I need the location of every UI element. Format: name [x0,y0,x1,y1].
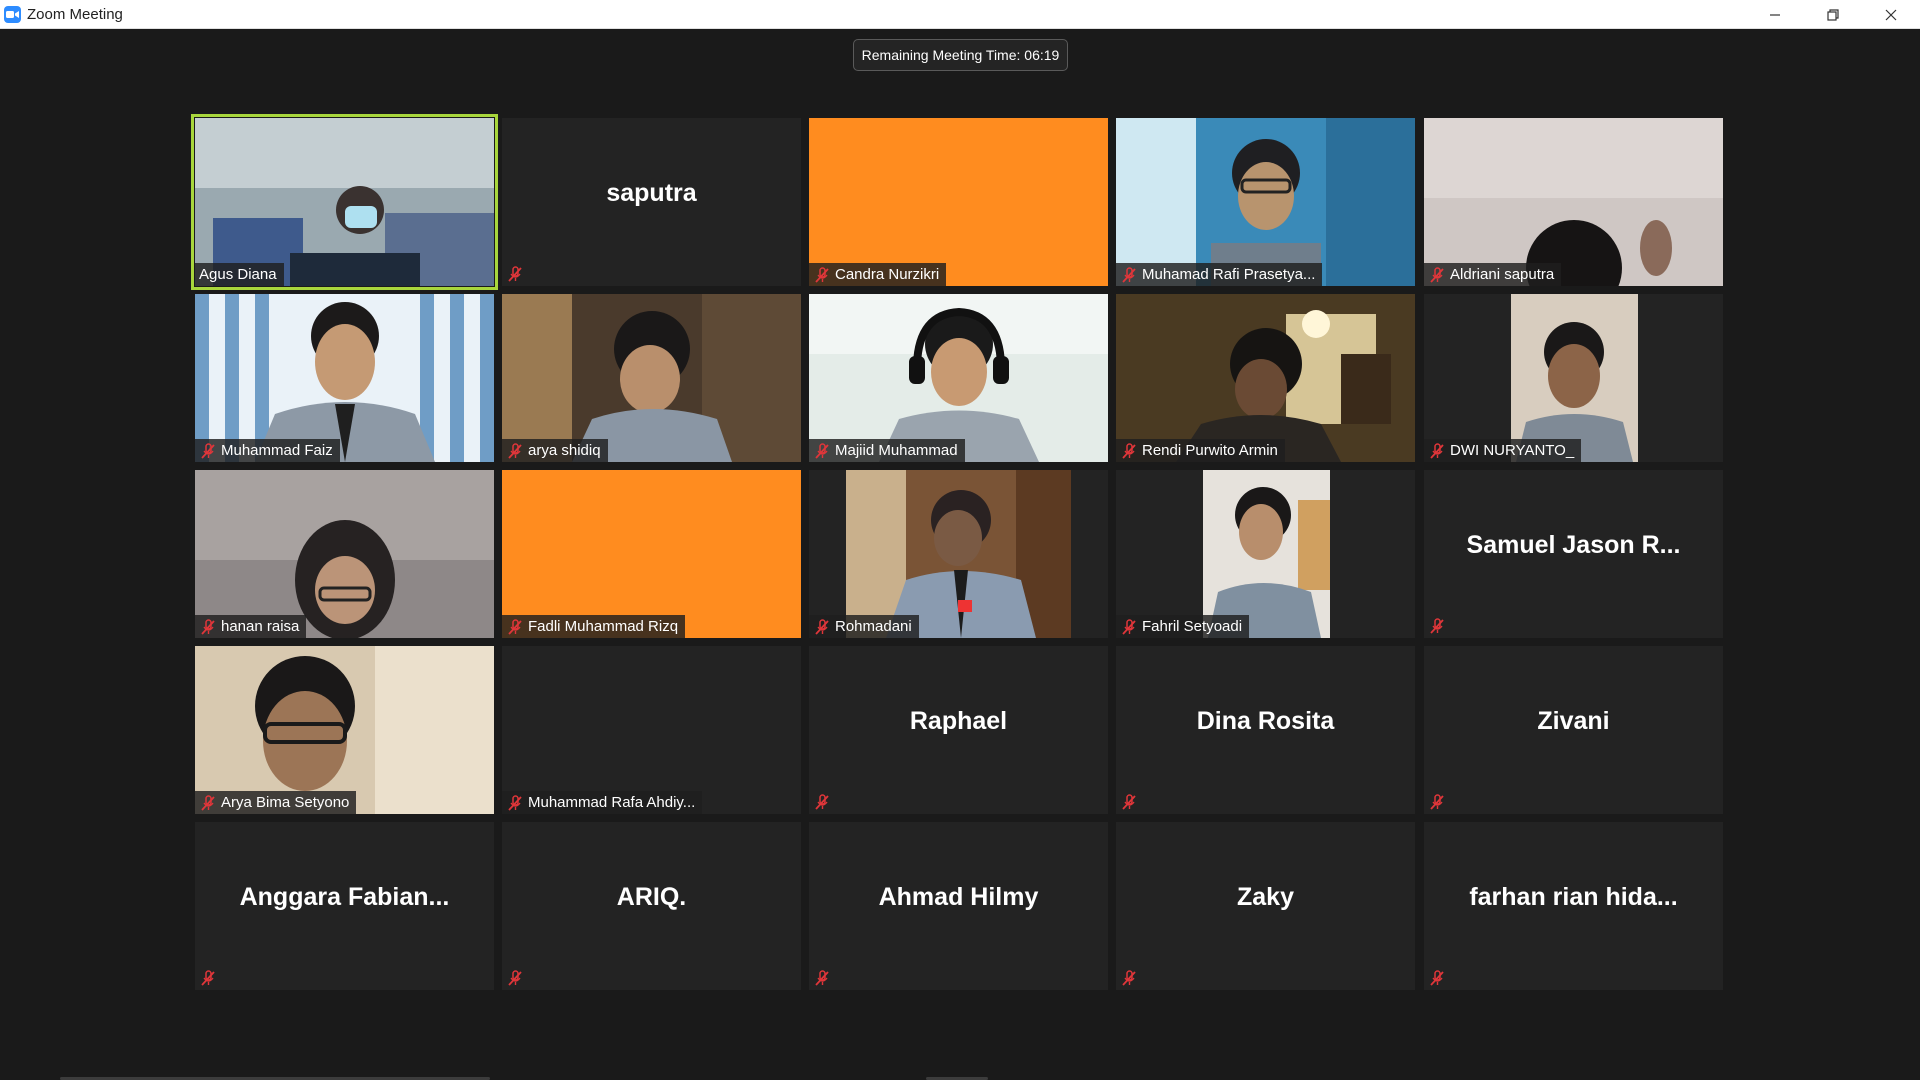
muted-microphone-icon [813,969,831,987]
participant-name-label: arya shidiq [502,439,608,462]
muted-microphone-icon [199,969,217,987]
participant-video [195,118,494,286]
title-bar: Zoom Meeting [0,0,1920,29]
participant-tile[interactable]: ARIQ. [502,822,801,990]
participant-name-label: Rendi Purwito Armin [1116,439,1285,462]
participant-tile[interactable]: Agus Diana [191,114,498,290]
participant-tile[interactable]: Anggara Fabian... [195,822,494,990]
participant-video [846,470,1071,638]
participant-video [1511,294,1638,462]
participant-display-name: Dina Rosita [1196,706,1335,735]
participant-tile[interactable]: Ahmad Hilmy [809,822,1108,990]
gallery-view: Remaining Meeting Time: 06:19 Agus Diana… [0,29,1920,1080]
muted-microphone-icon [1120,969,1138,987]
participant-tile[interactable]: Zivani [1424,646,1723,814]
window-controls [1746,0,1920,29]
restore-button[interactable] [1804,0,1862,29]
participant-display-name: Ahmad Hilmy [878,882,1039,911]
participant-display-name: Raphael [909,706,1008,735]
participant-video [195,294,494,462]
muted-microphone-icon [506,442,524,460]
participant-tile[interactable]: Majiid Muhammad [809,294,1108,462]
remaining-time-badge: Remaining Meeting Time: 06:19 [853,39,1068,71]
muted-microphone-icon [1428,442,1446,460]
muted-microphone-icon [506,265,524,283]
participant-tile[interactable]: Aldriani saputra [1424,118,1723,286]
participant-display-name: farhan rian hida... [1469,882,1678,911]
participant-display-name: Samuel Jason R... [1466,530,1681,559]
participant-video [1116,294,1415,462]
participant-display-name: Anggara Fabian... [239,882,450,911]
muted-microphone-icon [813,442,831,460]
window-title: Zoom Meeting [27,5,123,23]
close-icon [1885,9,1897,20]
muted-microphone-icon [199,618,217,636]
participant-tile[interactable]: Rendi Purwito Armin [1116,294,1415,462]
participant-video [1424,118,1723,286]
close-button[interactable] [1862,0,1920,29]
participant-name-label: Arya Bima Setyono [195,791,357,814]
participant-name-label: DWI NURYANTO_ [1424,439,1582,462]
participant-name-label: Agus Diana [195,263,284,286]
participant-name-label: Rohmadani [809,615,919,638]
minimize-button[interactable] [1746,0,1804,29]
participant-tile[interactable]: Candra Nurzikri [809,118,1108,286]
muted-microphone-icon [1120,266,1138,284]
participant-tile[interactable]: Fahril Setyoadi [1116,470,1415,638]
muted-microphone-icon [1120,793,1138,811]
participant-tile[interactable]: arya shidiq [502,294,801,462]
participant-name-label: Muhammad Faiz [195,439,340,462]
muted-microphone-icon [813,618,831,636]
participant-name-label: Candra Nurzikri [809,263,947,286]
participant-tile[interactable]: Dina Rosita [1116,646,1415,814]
participant-name-label: Muhamad Rafi Prasetya... [1116,263,1323,286]
participant-tile[interactable]: Muhammad Rafa Ahdiy... [502,646,801,814]
muted-microphone-icon [1428,617,1446,635]
muted-microphone-icon [199,794,217,812]
muted-microphone-icon [813,266,831,284]
muted-microphone-icon [506,618,524,636]
muted-microphone-icon [1428,793,1446,811]
participant-tile[interactable]: DWI NURYANTO_ [1424,294,1723,462]
participant-display-name: Zaky [1237,882,1294,911]
zoom-camera-icon [4,5,21,23]
participant-video [1203,470,1330,638]
muted-microphone-icon [199,442,217,460]
participant-video [502,294,801,462]
participant-display-name: Zivani [1537,706,1610,735]
participant-tile[interactable]: Muhammad Faiz [195,294,494,462]
participant-tile[interactable]: farhan rian hida... [1424,822,1723,990]
muted-microphone-icon [506,969,524,987]
participant-name-label: Majiid Muhammad [809,439,965,462]
restore-icon [1827,8,1839,21]
muted-microphone-icon [1428,266,1446,284]
participant-name-label: hanan raisa [195,615,307,638]
participant-tile[interactable]: Raphael [809,646,1108,814]
muted-microphone-icon [506,794,524,812]
participant-name-label: Fahril Setyoadi [1116,615,1250,638]
participant-display-name: ARIQ. [616,882,687,911]
participant-display-name: saputra [606,178,697,207]
participant-tile[interactable]: hanan raisa [195,470,494,638]
participant-video [1116,118,1415,286]
participant-video [195,646,494,814]
participant-tile[interactable]: saputra [502,118,801,286]
participant-name-label: Muhammad Rafa Ahdiy... [502,791,703,814]
participant-name-label: Fadli Muhammad Rizq [502,615,686,638]
participant-tile[interactable]: Samuel Jason R... [1424,470,1723,638]
muted-microphone-icon [1120,442,1138,460]
participant-tile[interactable]: Zaky [1116,822,1415,990]
muted-microphone-icon [813,793,831,811]
participant-tile[interactable]: Rohmadani [809,470,1108,638]
participant-tile[interactable]: Fadli Muhammad Rizq [502,470,801,638]
participant-name-label: Aldriani saputra [1424,263,1562,286]
participant-video [195,470,494,638]
muted-microphone-icon [1120,618,1138,636]
participant-video [809,294,1108,462]
minimize-icon [1770,13,1780,16]
participant-tile[interactable]: Muhamad Rafi Prasetya... [1116,118,1415,286]
participant-tile[interactable]: Arya Bima Setyono [195,646,494,814]
muted-microphone-icon [1428,969,1446,987]
